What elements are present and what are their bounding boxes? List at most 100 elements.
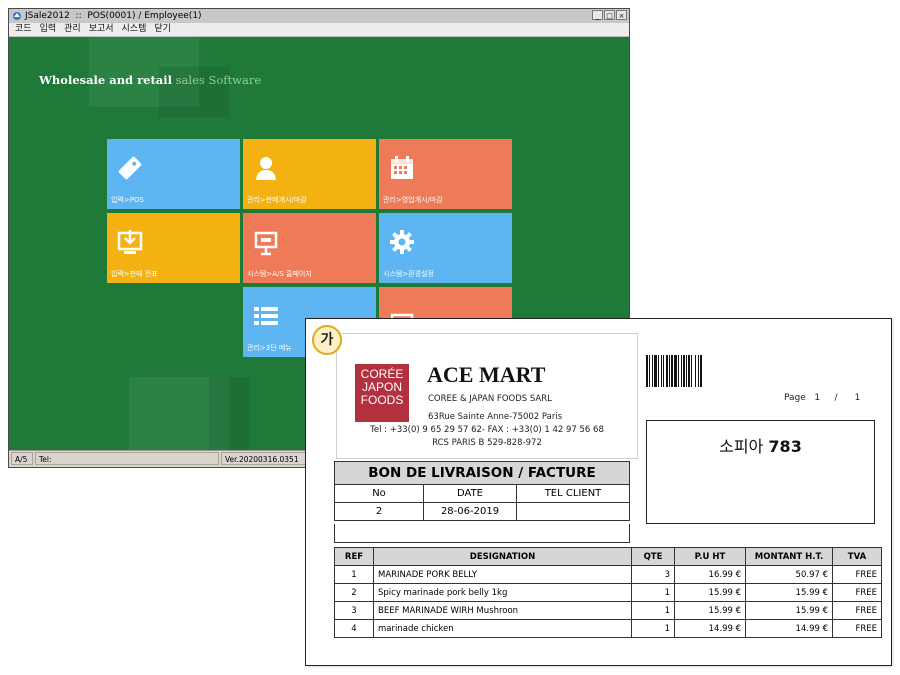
barcode-bar [649, 355, 650, 387]
tile-sales-slip[interactable]: 입력>판매 전표 [107, 213, 240, 283]
welcome-bold: Wholesale and retail [39, 73, 172, 87]
customer-name: 소피아 [719, 437, 764, 456]
cell-ref: 1 [334, 565, 374, 584]
cell-tva: FREE [832, 601, 882, 620]
customer-number: 783 [768, 437, 802, 456]
delivery-note-table: BON DE LIVRAISON / FACTURE No DATE TEL C… [334, 461, 630, 521]
tile-label: 입력>POS [111, 196, 144, 204]
cell-designation: MARINADE PORK BELLY [373, 565, 632, 584]
cell-pu: 14.99 € [674, 619, 746, 638]
header-montant: MONTANT H.T. [745, 547, 833, 566]
menu-item-input[interactable]: 입력 [40, 23, 57, 36]
barcode-bar [658, 355, 659, 387]
customer-box: 소피아 783 [646, 420, 875, 524]
welcome-text: Wholesale and retail sales Software [39, 73, 261, 87]
tile-label: 입력>판매 전표 [111, 270, 158, 278]
tile-label: 관리>판매개시/마감 [247, 196, 307, 204]
barcode [646, 355, 702, 387]
cell-ref: 2 [334, 583, 374, 602]
status-tel: Tel: [35, 452, 219, 465]
app-icon [13, 12, 21, 20]
page-separator: / [834, 393, 838, 403]
cell-montant: 15.99 € [745, 601, 833, 620]
header-qte: QTE [631, 547, 675, 566]
cell-montant: 14.99 € [745, 619, 833, 638]
bl-header-tel: TEL CLIENT [516, 484, 630, 503]
company-header: CORÉE JAPON FOODS ACE MART COREE & JAPAN… [336, 333, 638, 459]
cell-tva: FREE [832, 565, 882, 584]
tile-business-open-close[interactable]: 관리>영업개시/마감 [379, 139, 512, 209]
cell-pu: 15.99 € [674, 601, 746, 620]
tile-pos[interactable]: 입력>POS [107, 139, 240, 209]
bl-value-tel [516, 502, 630, 521]
cell-qte: 1 [631, 601, 675, 620]
table-row: 2 Spicy marinade pork belly 1kg 1 15.99 … [334, 583, 882, 602]
items-table: REF DESIGNATION QTE P.U HT MONTANT H.T. … [334, 547, 882, 638]
welcome-light: sales Software [171, 73, 262, 87]
cell-tva: FREE [832, 583, 882, 602]
company-tel-fax: Tel : +33(0) 9 65 29 57 62- FAX : +33(0)… [370, 425, 604, 435]
cell-montant: 50.97 € [745, 565, 833, 584]
delivery-note-title: BON DE LIVRAISON / FACTURE [334, 461, 630, 485]
maximize-button[interactable]: □ [604, 10, 615, 20]
barcode-bar [686, 355, 687, 387]
person-icon [256, 157, 276, 180]
barcode-bar [700, 355, 702, 387]
barcode-bar [671, 355, 673, 387]
menu-item-close[interactable]: 닫기 [154, 23, 171, 36]
barcode-bar [691, 355, 692, 387]
barcode-bar [661, 355, 662, 387]
barcode-bar [669, 355, 670, 387]
company-subtitle: COREE & JAPAN FOODS SARL [428, 394, 552, 404]
gear-icon [390, 230, 414, 254]
barcode-bar [663, 355, 664, 387]
table-row: 4 marinade chicken 1 14.99 € 14.99 € FRE… [334, 619, 882, 638]
menu-bar: 코드 입력 관리 보고서 시스템 닫기 [9, 23, 629, 37]
company-name: ACE MART [427, 362, 546, 387]
bl-value-no: 2 [334, 502, 424, 521]
barcode-bar [698, 355, 699, 387]
tile-sales-open-close[interactable]: 관리>판매개시/마감 [243, 139, 376, 209]
cell-pu: 15.99 € [674, 583, 746, 602]
header-tva: TVA [832, 547, 882, 566]
cell-qte: 1 [631, 583, 675, 602]
table-row: 1 MARINADE PORK BELLY 3 16.99 € 50.97 € … [334, 565, 882, 584]
tile-label: 관리>3단 메뉴 [247, 344, 292, 352]
minimize-button[interactable]: _ [592, 10, 603, 20]
cell-qte: 1 [631, 619, 675, 638]
close-button[interactable]: × [616, 10, 627, 20]
barcode-bar [652, 355, 653, 387]
tile-as-homepage[interactable]: 시스템>A/S 홈페이지 [243, 213, 376, 283]
cell-pu: 16.99 € [674, 565, 746, 584]
menu-item-system[interactable]: 시스템 [122, 23, 147, 36]
bl-empty-row [334, 524, 630, 543]
page-label: Page [784, 393, 806, 403]
bl-header-date: DATE [423, 484, 517, 503]
customer-label: 소피아 783 [647, 433, 874, 457]
header-pu-ht: P.U HT [674, 547, 746, 566]
cell-ref: 4 [334, 619, 374, 638]
background-shape [209, 377, 249, 451]
cell-tva: FREE [832, 619, 882, 638]
status-version: Ver.20200316.0351 [221, 452, 307, 465]
tile-label: 시스템>환경설정 [383, 270, 434, 278]
menu-item-code[interactable]: 코드 [15, 23, 32, 36]
download-tray-icon [117, 230, 143, 254]
page-current: 1 [814, 393, 821, 403]
menu-item-reports[interactable]: 보고서 [89, 23, 114, 36]
barcode-bar [695, 355, 696, 387]
tile-settings[interactable]: 시스템>환경설정 [379, 213, 512, 283]
cell-ref: 3 [334, 601, 374, 620]
barcode-bar [688, 355, 690, 387]
cell-qte: 3 [631, 565, 675, 584]
company-logo: CORÉE JAPON FOODS [355, 364, 409, 422]
cell-designation: marinade chicken [373, 619, 632, 638]
company-address: 63Rue Sainte Anne-75002 Paris [428, 412, 563, 422]
price-tag-icon [118, 156, 142, 180]
page-total: 1 [854, 393, 861, 403]
barcode-bar [654, 355, 657, 387]
invoice-document: CORÉE JAPON FOODS ACE MART COREE & JAPAN… [305, 318, 892, 666]
status-mode: A/5 [11, 452, 33, 465]
header-ref: REF [334, 547, 374, 566]
menu-item-manage[interactable]: 관리 [64, 23, 81, 36]
